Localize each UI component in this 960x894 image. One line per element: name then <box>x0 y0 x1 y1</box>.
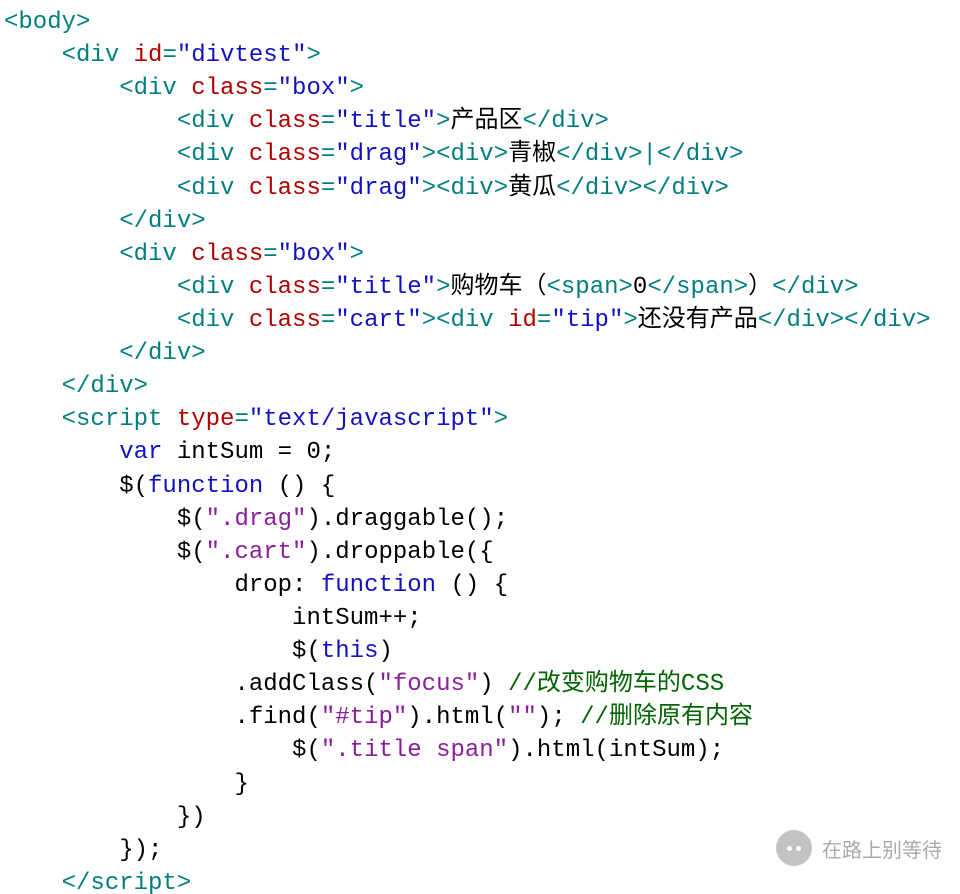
watermark: 在路上别等待 <box>776 830 942 866</box>
watermark-text: 在路上别等待 <box>822 834 942 863</box>
watermark-icon <box>776 830 812 866</box>
code-block: <body> <div id="divtest"> <div class="bo… <box>0 0 960 894</box>
